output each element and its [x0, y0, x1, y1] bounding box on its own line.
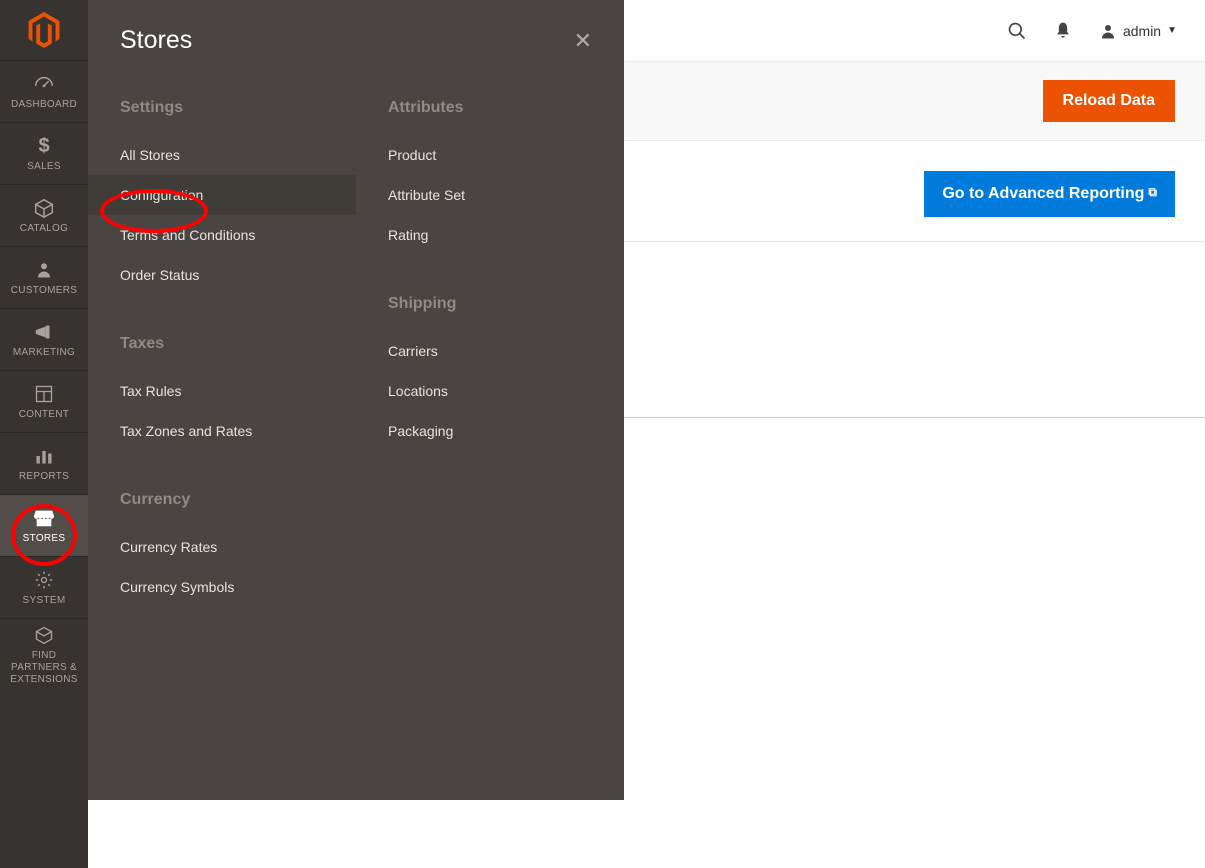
- sidebar: DASHBOARD $ SALES CATALOG CUSTOMERS MARK…: [0, 0, 88, 868]
- sidebar-item-label: CUSTOMERS: [11, 285, 77, 296]
- sidebar-item-label: DASHBOARD: [11, 99, 77, 110]
- flyout-item-packaging[interactable]: Packaging: [356, 411, 624, 451]
- flyout-title: Stores: [120, 26, 192, 55]
- box-icon: [33, 197, 55, 219]
- flyout-heading: Attributes: [356, 89, 624, 135]
- flyout-heading: Currency: [88, 481, 356, 527]
- button-label: Go to Advanced Reporting: [942, 185, 1144, 202]
- megaphone-icon: [33, 321, 55, 343]
- flyout-item-locations[interactable]: Locations: [356, 371, 624, 411]
- sidebar-item-label: CATALOG: [20, 223, 68, 234]
- flyout-item-all-stores[interactable]: All Stores: [88, 135, 356, 175]
- person-icon: [33, 259, 55, 281]
- flyout-heading: Settings: [88, 89, 356, 135]
- flyout-item-terms-and-conditions[interactable]: Terms and Conditions: [88, 215, 356, 255]
- sidebar-item-partners[interactable]: FIND PARTNERS & EXTENSIONS: [0, 618, 88, 690]
- flyout-item-product[interactable]: Product: [356, 135, 624, 175]
- layout-icon: [33, 383, 55, 405]
- sidebar-item-reports[interactable]: REPORTS: [0, 432, 88, 494]
- gauge-icon: [33, 73, 55, 95]
- sidebar-item-stores[interactable]: STORES: [0, 494, 88, 556]
- flyout-item-tax-rules[interactable]: Tax Rules: [88, 371, 356, 411]
- flyout-item-rating[interactable]: Rating: [356, 215, 624, 255]
- flyout-item-currency-rates[interactable]: Currency Rates: [88, 527, 356, 567]
- flyout-item-currency-symbols[interactable]: Currency Symbols: [88, 567, 356, 607]
- sidebar-item-catalog[interactable]: CATALOG: [0, 184, 88, 246]
- reload-data-button[interactable]: Reload Data: [1043, 80, 1175, 122]
- stores-flyout: Stores ✕ SettingsAll StoresConfiguration…: [88, 0, 624, 800]
- sidebar-item-customers[interactable]: CUSTOMERS: [0, 246, 88, 308]
- magento-icon: [28, 12, 60, 48]
- sidebar-item-label: SALES: [27, 161, 61, 172]
- dollar-icon: $: [33, 135, 55, 157]
- external-link-icon: ⧉: [1148, 185, 1157, 199]
- sidebar-item-marketing[interactable]: MARKETING: [0, 308, 88, 370]
- sidebar-item-content[interactable]: CONTENT: [0, 370, 88, 432]
- caret-down-icon: ▼: [1167, 25, 1177, 36]
- flyout-item-configuration[interactable]: Configuration: [88, 175, 356, 215]
- flyout-item-attribute-set[interactable]: Attribute Set: [356, 175, 624, 215]
- sidebar-item-dashboard[interactable]: DASHBOARD: [0, 60, 88, 122]
- bell-icon[interactable]: [1053, 21, 1073, 41]
- bars-icon: [33, 445, 55, 467]
- sidebar-item-label: CONTENT: [19, 409, 69, 420]
- flyout-heading: Shipping: [356, 285, 624, 331]
- user-icon: [1099, 22, 1117, 40]
- flyout-item-tax-zones-and-rates[interactable]: Tax Zones and Rates: [88, 411, 356, 451]
- search-icon[interactable]: [1007, 21, 1027, 41]
- sidebar-item-sales[interactable]: $ SALES: [0, 122, 88, 184]
- flyout-item-order-status[interactable]: Order Status: [88, 255, 356, 295]
- advanced-reporting-button[interactable]: Go to Advanced Reporting ⧉: [924, 171, 1175, 217]
- sidebar-item-label: REPORTS: [19, 471, 69, 482]
- sidebar-item-label: FIND PARTNERS & EXTENSIONS: [4, 650, 84, 686]
- sidebar-item-label: STORES: [23, 533, 66, 544]
- puzzle-icon: [33, 624, 55, 646]
- account-menu[interactable]: admin ▼: [1099, 22, 1177, 40]
- sidebar-item-system[interactable]: SYSTEM: [0, 556, 88, 618]
- account-name: admin: [1123, 23, 1161, 39]
- flyout-item-carriers[interactable]: Carriers: [356, 331, 624, 371]
- store-icon: [33, 507, 55, 529]
- close-icon[interactable]: ✕: [574, 28, 592, 54]
- gear-icon: [33, 569, 55, 591]
- logo[interactable]: [0, 0, 88, 60]
- sidebar-item-label: SYSTEM: [23, 595, 66, 606]
- sidebar-item-label: MARKETING: [13, 347, 75, 358]
- flyout-heading: Taxes: [88, 325, 356, 371]
